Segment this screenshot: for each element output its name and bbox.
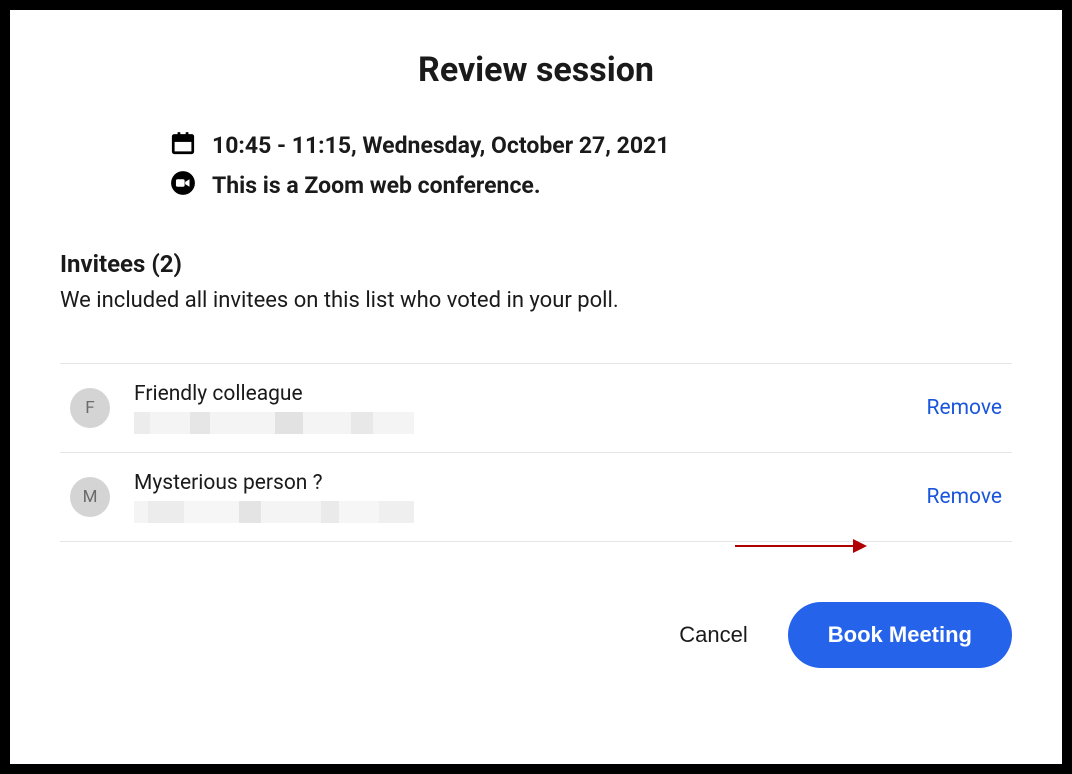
- conference-text: This is a Zoom web conference.: [212, 172, 541, 199]
- datetime-text: 10:45 - 11:15, Wednesday, October 27, 20…: [212, 132, 669, 159]
- invitee-info: Friendly colleague: [134, 382, 927, 434]
- calendar-icon: [170, 130, 196, 160]
- invitees-header: Invitees (2): [60, 250, 1012, 278]
- invitee-name: Friendly colleague: [134, 382, 927, 406]
- list-item: M Mysterious person ? Remove: [60, 452, 1012, 542]
- review-session-modal: Review session 10:45 - 11:15, Wednesday,…: [10, 10, 1062, 764]
- redacted-email: [134, 412, 414, 434]
- invitee-name: Mysterious person ?: [134, 471, 927, 495]
- invitees-subtext: We included all invitees on this list wh…: [60, 288, 1012, 313]
- avatar: F: [70, 388, 110, 428]
- list-item: F Friendly colleague Remove: [60, 363, 1012, 452]
- remove-button[interactable]: Remove: [927, 485, 1003, 509]
- cancel-button[interactable]: Cancel: [679, 622, 747, 648]
- modal-title: Review session: [60, 50, 1012, 90]
- redacted-email: [134, 501, 414, 523]
- datetime-row: 10:45 - 11:15, Wednesday, October 27, 20…: [170, 130, 1012, 160]
- avatar: M: [70, 477, 110, 517]
- invitees-list: F Friendly colleague Remove M Mysterious…: [60, 363, 1012, 542]
- modal-actions: Cancel Book Meeting: [60, 602, 1012, 668]
- remove-button[interactable]: Remove: [927, 396, 1003, 420]
- meeting-details: 10:45 - 11:15, Wednesday, October 27, 20…: [170, 130, 1012, 200]
- conference-row: This is a Zoom web conference.: [170, 170, 1012, 200]
- invitee-info: Mysterious person ?: [134, 471, 927, 523]
- book-meeting-button[interactable]: Book Meeting: [788, 602, 1012, 668]
- video-camera-icon: [170, 170, 196, 200]
